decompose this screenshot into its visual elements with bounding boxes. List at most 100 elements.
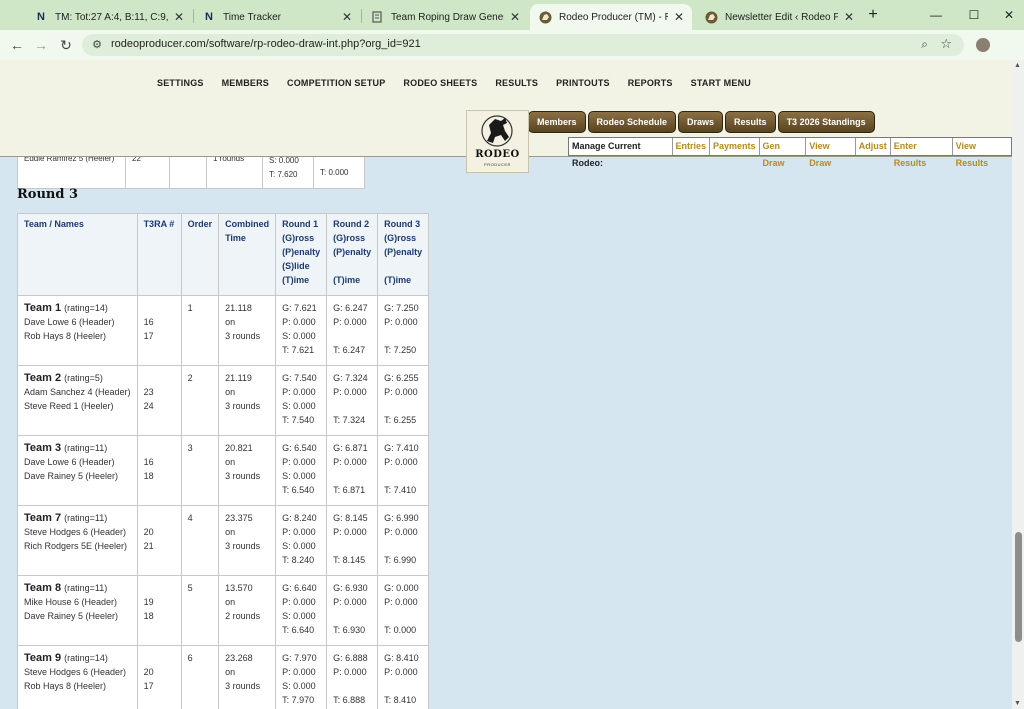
- draws-button[interactable]: Draws: [678, 111, 724, 133]
- back-arrow-icon[interactable]: ←: [8, 36, 26, 54]
- table-header-row: Team / Names T3RA # Order Combined Time R…: [17, 213, 430, 296]
- members-button[interactable]: Members: [528, 111, 586, 133]
- view-draw-link[interactable]: View Draw: [806, 138, 856, 168]
- tab-team-roping-draw[interactable]: Team Roping Draw Generation ✕: [362, 4, 528, 30]
- menu-reports[interactable]: REPORTS: [628, 78, 673, 88]
- tab-rodeo-producer[interactable]: Rodeo Producer (TM) - Rodeo C ✕: [530, 4, 692, 30]
- menu-settings[interactable]: SETTINGS: [157, 78, 204, 88]
- rodeo-favicon-icon: [538, 10, 552, 24]
- rodeo-schedule-button[interactable]: Rodeo Schedule: [587, 111, 677, 133]
- heeler-name: Rich Rodgers 5E (Heeler): [24, 541, 128, 551]
- close-icon[interactable]: ✕: [510, 10, 520, 24]
- adjust-link[interactable]: Adjust: [856, 138, 891, 155]
- team-cell: Team 3 (rating=11) Dave Lowe 6 (Header) Da…: [17, 435, 138, 506]
- team-cell: Team 9 (rating=14) Steve Hodges 6 (Header…: [17, 645, 138, 709]
- notion-icon: N: [205, 11, 213, 23]
- round-3-cell: G: 6.990 P: 0.000 T: 6.990: [377, 505, 430, 576]
- menu-results[interactable]: RESULTS: [495, 78, 538, 88]
- view-results-link[interactable]: View Results: [953, 138, 1011, 168]
- team-cell: Team 7 (rating=11) Steve Hodges 6 (Header…: [17, 505, 138, 576]
- t3ra-cell: 16 17: [136, 295, 182, 366]
- menu-printouts[interactable]: PRINTOUTS: [556, 78, 610, 88]
- enter-results-link[interactable]: Enter Results: [891, 138, 953, 168]
- window-close-icon[interactable]: ✕: [1000, 6, 1018, 24]
- column-header-round-3: Round 3 (G)ross (P)enalty (T)ime: [377, 213, 430, 296]
- close-icon[interactable]: ✕: [342, 10, 352, 24]
- team-name: Team 8: [24, 582, 62, 594]
- menu-competition-setup[interactable]: COMPETITION SETUP: [287, 78, 385, 88]
- t3ra-cell: 23 24: [136, 365, 182, 436]
- top-menu: SETTINGS MEMBERS COMPETITION SETUP RODEO…: [157, 78, 751, 88]
- round-2-cell: G: 8.145 P: 0.000 T: 8.145: [326, 505, 379, 576]
- profile-avatar[interactable]: [976, 38, 990, 52]
- scrollbar-thumb[interactable]: [1015, 532, 1022, 642]
- order-cell: 4: [180, 505, 220, 576]
- t3ra-cell: 20 21: [136, 505, 182, 576]
- heeler-name: Steve Reed 1 (Heeler): [24, 401, 114, 411]
- tab-title: Newsletter Edit ‹ Rodeo Produc: [725, 11, 838, 23]
- site-info-icon[interactable]: ⚙: [90, 38, 104, 52]
- header-name: Dave Lowe 6 (Header): [24, 317, 115, 327]
- round-3-cell: G: 7.250 P: 0.000 T: 7.250: [377, 295, 430, 366]
- scroll-down-icon[interactable]: ▼: [1014, 700, 1021, 707]
- menu-start-menu[interactable]: START MENU: [691, 78, 751, 88]
- tab-title: Rodeo Producer (TM) - Rodeo C: [559, 11, 668, 23]
- quick-nav-bar: Members Rodeo Schedule Draws Results T3 …: [528, 111, 875, 133]
- gen-draw-link[interactable]: Gen Draw: [760, 138, 807, 168]
- combined-time-cell: 13.570 on 2 rounds: [218, 575, 277, 646]
- round-2-cell: G: 7.324 P: 0.000 T: 7.324: [326, 365, 379, 436]
- minimize-icon[interactable]: —: [927, 6, 945, 24]
- round-1-cell: G: 7.540 P: 0.000 S: 0.000 T: 7.540: [275, 365, 328, 436]
- address-bar[interactable]: ⚙ rodeoproducer.com/software/rp-rodeo-dr…: [82, 34, 964, 56]
- close-icon[interactable]: ✕: [174, 10, 184, 24]
- team-name: Team 2: [24, 372, 62, 384]
- standings-button[interactable]: T3 2026 Standings: [777, 111, 875, 133]
- order-cell: 1: [180, 295, 220, 366]
- combined-time-cell: 20.821 on 3 rounds: [218, 435, 277, 506]
- url-text[interactable]: rodeoproducer.com/software/rp-rodeo-draw…: [111, 38, 421, 50]
- table-row: Team 3 (rating=11) Dave Lowe 6 (Header) Da…: [17, 435, 430, 506]
- menu-members[interactable]: MEMBERS: [222, 78, 269, 88]
- document-icon: [370, 10, 384, 24]
- tab-title: Time Tracker: [223, 11, 281, 23]
- tab-time-tracker[interactable]: N Time Tracker ✕: [194, 4, 360, 30]
- zoom-icon[interactable]: ⌕: [921, 37, 928, 52]
- combined-time-cell: 21.118 on 3 rounds: [218, 295, 277, 366]
- column-header-t3ra: T3RA #: [136, 213, 182, 296]
- tab-title: TM: Tot:27 A:4, B:11, C:9, D:1, E:: [55, 11, 168, 23]
- team-rating: (rating=11): [64, 443, 108, 453]
- scroll-up-icon[interactable]: ▲: [1014, 62, 1021, 69]
- column-header-team: Team / Names: [17, 213, 138, 296]
- table-row: Team 2 (rating=5) Adam Sanchez 4 (Header)…: [17, 365, 430, 436]
- draw-table: Team / Names T3RA # Order Combined Time R…: [17, 213, 430, 709]
- round-1-cell: G: 6.540 P: 0.000 S: 0.000 T: 6.540: [275, 435, 328, 506]
- rodeo-producer-logo[interactable]: RODEO PRODUCER: [466, 110, 529, 173]
- tab-notion-tm[interactable]: N TM: Tot:27 A:4, B:11, C:9, D:1, E: ✕: [26, 4, 192, 30]
- payments-link[interactable]: Payments: [710, 138, 760, 155]
- reload-icon[interactable]: ↻: [57, 36, 75, 54]
- header-name: Steve Hodges 6 (Header): [24, 667, 127, 677]
- page-content: Eddie Ramirez 5 (Heeler) 22 1 rounds S: …: [0, 60, 1012, 709]
- round-3-cell: G: 8.410 P: 0.000 T: 8.410: [377, 645, 430, 709]
- heeler-name: Dave Rainey 5 (Heeler): [24, 611, 119, 621]
- round-2-cell: G: 6.871 P: 0.000 T: 6.871: [326, 435, 379, 506]
- team-name: Team 3: [24, 442, 62, 454]
- close-icon[interactable]: ✕: [674, 10, 684, 24]
- order-cell: 2: [180, 365, 220, 436]
- t3ra-cell: 20 17: [136, 645, 182, 709]
- maximize-icon[interactable]: ☐: [965, 6, 983, 24]
- entries-link[interactable]: Entries: [673, 138, 711, 155]
- round-1-cell: G: 7.621 P: 0.000 S: 0.000 T: 7.621: [275, 295, 328, 366]
- forward-arrow-icon[interactable]: →: [32, 36, 50, 54]
- vertical-scrollbar[interactable]: ▲ ▼: [1012, 60, 1024, 709]
- web-page: Eddie Ramirez 5 (Heeler) 22 1 rounds S: …: [0, 60, 1024, 709]
- close-icon[interactable]: ✕: [844, 10, 854, 24]
- bookmark-star-icon[interactable]: ☆: [940, 36, 952, 52]
- tab-newsletter-edit[interactable]: Newsletter Edit ‹ Rodeo Produc ✕: [696, 4, 862, 30]
- heeler-name: Dave Rainey 5 (Heeler): [24, 471, 119, 481]
- bucking-horse-icon: [481, 115, 513, 147]
- results-button[interactable]: Results: [725, 111, 776, 133]
- team-name: Team 1: [24, 302, 62, 314]
- new-tab-plus-icon[interactable]: +: [864, 6, 882, 24]
- menu-rodeo-sheets[interactable]: RODEO SHEETS: [403, 78, 477, 88]
